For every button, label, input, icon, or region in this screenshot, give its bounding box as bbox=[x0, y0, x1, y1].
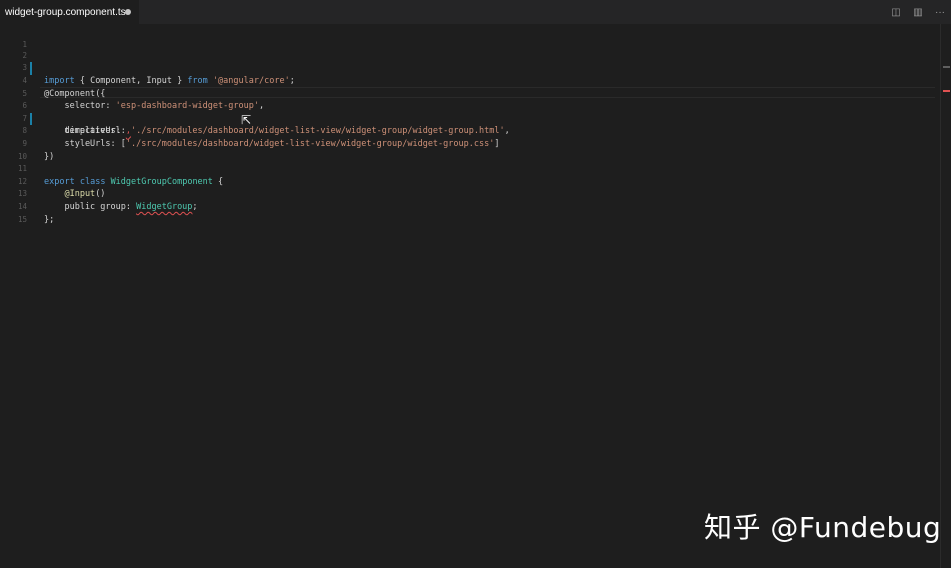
code-line: 4 @Component({ bbox=[0, 62, 940, 99]
code-line: 2 import { Component, Input } from '@ang… bbox=[0, 37, 940, 86]
code-line: 7 templateUrl: './src/modules/dashboard/… bbox=[0, 100, 940, 137]
tab-actions: ◫ ▥ ··· bbox=[885, 0, 951, 24]
scroll-error-marker bbox=[943, 90, 950, 92]
layout-icon[interactable]: ▥ bbox=[907, 0, 929, 24]
code-line: 8 styleUrls: ['./src/modules/dashboard/w… bbox=[0, 113, 940, 149]
split-editor-icon[interactable]: ◫ bbox=[885, 0, 907, 24]
tab-title: widget-group.component.ts bbox=[5, 6, 126, 18]
code-line: 11 export class WidgetGroupComponent { bbox=[0, 151, 940, 187]
unsaved-dot-icon[interactable] bbox=[125, 9, 131, 15]
code-line: 3 bbox=[0, 50, 940, 72]
code-line: 6 directives: , bbox=[0, 88, 940, 136]
code-line: 14 }; bbox=[0, 188, 940, 225]
code-line: 13 public group: WidgetGroup; bbox=[0, 176, 940, 212]
vertical-scrollbar[interactable] bbox=[940, 24, 951, 568]
mouse-cursor-icon: ⇱ bbox=[241, 113, 252, 127]
tab-bar: widget-group.component.ts ◫ ▥ ··· bbox=[0, 0, 951, 24]
code-text: }; bbox=[44, 214, 55, 225]
more-icon[interactable]: ··· bbox=[929, 0, 951, 24]
watermark: 知乎 @Fundebug bbox=[704, 511, 942, 544]
code-line: 5 selector: 'esp-dashboard-widget-group'… bbox=[0, 75, 940, 112]
code-line: 12 @Input() bbox=[0, 163, 940, 200]
line-number: 15 bbox=[17, 214, 27, 224]
code-editor[interactable]: 1 2 import { Component, Input } from '@a… bbox=[0, 24, 940, 568]
code-line: 9 }) bbox=[0, 125, 940, 162]
editor-tab-widget-group-component[interactable]: widget-group.component.ts bbox=[0, 0, 139, 24]
code-line: 15 bbox=[0, 201, 940, 224]
scroll-marker bbox=[943, 66, 950, 68]
code-line: 10 bbox=[0, 138, 940, 161]
